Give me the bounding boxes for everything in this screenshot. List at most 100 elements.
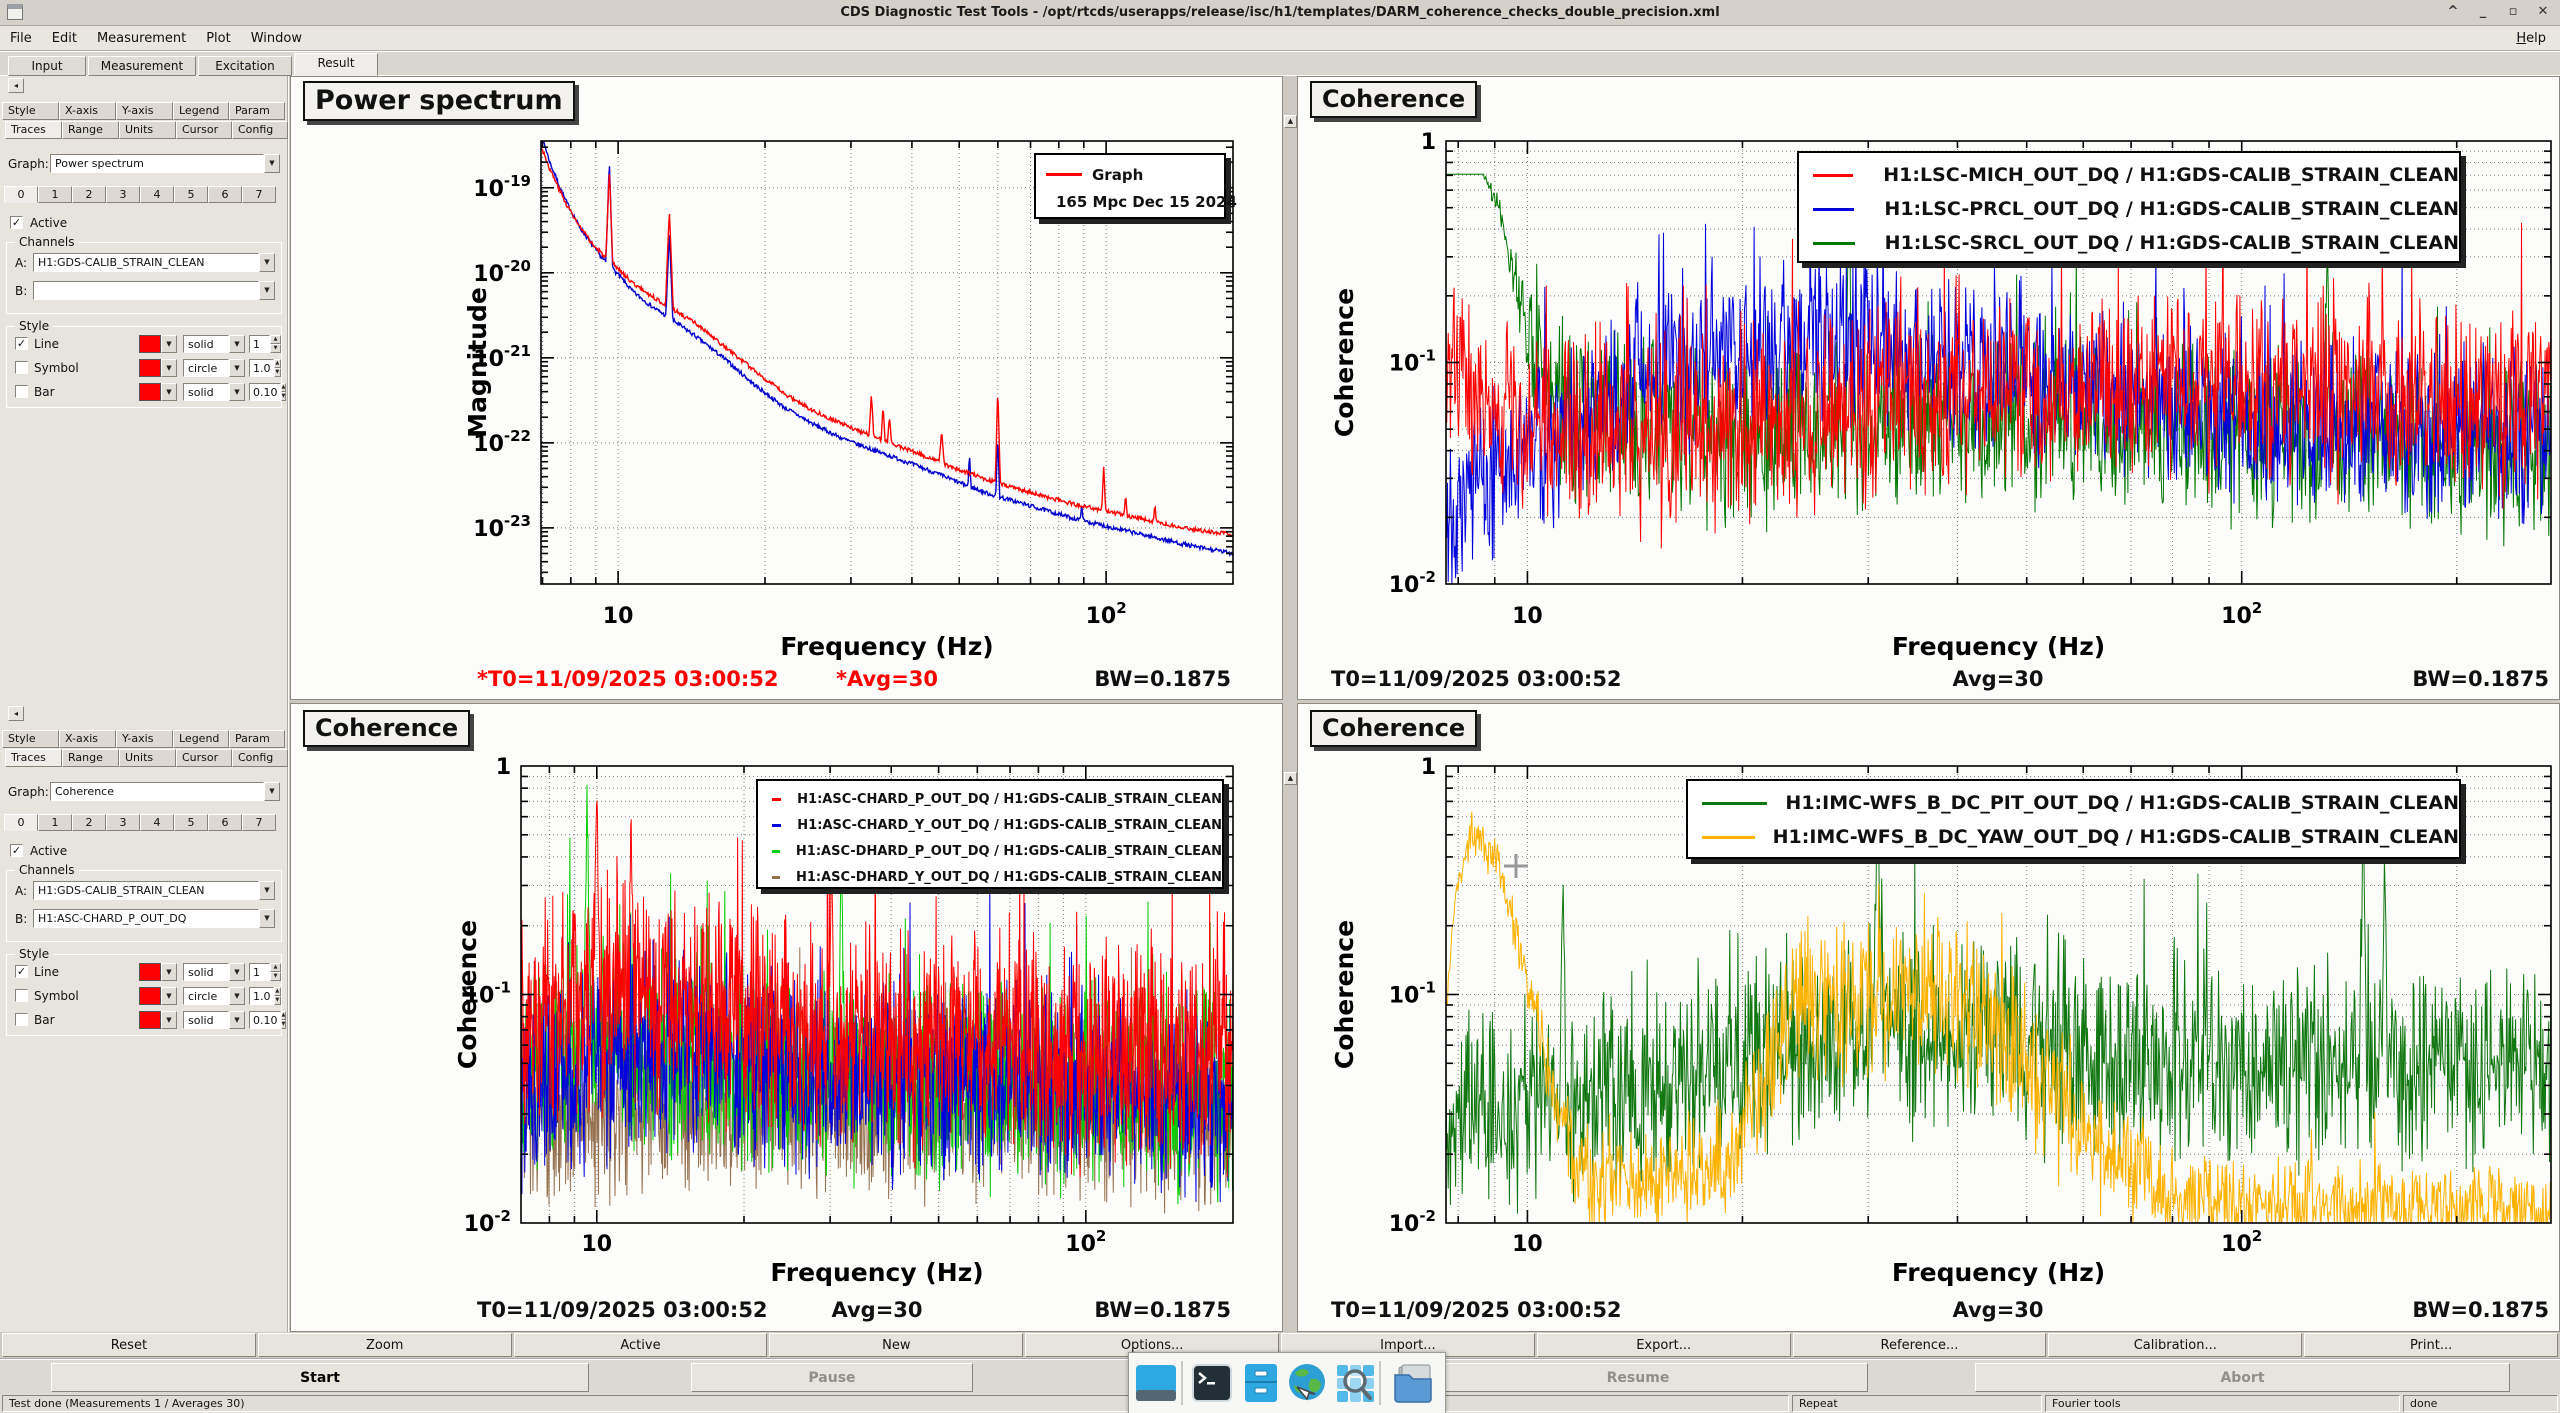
line-size-stepper[interactable]: 1▲▼ <box>249 335 281 353</box>
channel-a-select[interactable]: H1:GDS-CALIB_STRAIN_CLEAN▼ <box>33 253 275 272</box>
down-arrow-icon[interactable]: ▼ <box>281 392 287 401</box>
subtab-legend[interactable]: Legend <box>173 102 229 120</box>
subtab-config[interactable]: Config <box>232 121 288 139</box>
start-button[interactable]: Start <box>51 1363 589 1392</box>
chevron-down-icon[interactable]: ▼ <box>229 359 245 377</box>
trace-tab-3[interactable]: 3 <box>106 186 140 203</box>
channel-b-select[interactable]: ▼ <box>33 281 275 300</box>
terminal-icon[interactable] <box>1190 1361 1234 1405</box>
bar-checkbox[interactable] <box>15 385 28 398</box>
bar-color-select[interactable]: ▼ <box>139 383 179 401</box>
up-arrow-icon[interactable]: ▲ <box>274 987 282 996</box>
symbol-color-select[interactable]: ▼ <box>139 987 179 1005</box>
bar-size-stepper[interactable]: 0.10▲▼ <box>249 1011 281 1029</box>
chevron-down-icon[interactable]: ▼ <box>264 154 280 173</box>
symbol-style-select[interactable]: circle▼ <box>183 987 245 1005</box>
folder-icon[interactable] <box>1391 1361 1435 1405</box>
down-arrow-icon[interactable]: ▼ <box>270 972 281 981</box>
chevron-down-icon[interactable]: ▼ <box>229 335 245 353</box>
coherence-plot-imc[interactable]: Coherence 10102110-110-2Frequency (Hz)Co… <box>1297 703 2560 1332</box>
symbol-size-stepper[interactable]: 1.0▲▼ <box>249 359 281 377</box>
coherence-plot-asc[interactable]: Coherence 10102110-110-2Frequency (Hz)Co… <box>290 703 1283 1332</box>
chevron-down-icon[interactable]: ▼ <box>161 1011 177 1029</box>
up-arrow-icon[interactable]: ▲ <box>281 383 287 392</box>
subtab-traces[interactable]: Traces <box>5 121 62 139</box>
stepper-arrows[interactable]: ▲▼ <box>274 987 282 1005</box>
subtab-units[interactable]: Units <box>119 121 176 139</box>
subtab-param[interactable]: Param <box>229 102 285 120</box>
line-style-select[interactable]: solid▼ <box>183 335 245 353</box>
stepper-arrows[interactable]: ▲▼ <box>270 963 281 981</box>
tab-excitation[interactable]: Excitation <box>198 56 292 76</box>
subtab-y-axis[interactable]: Y-axis <box>116 102 173 120</box>
subtab-y-axis[interactable]: Y-axis <box>116 730 173 748</box>
trace-tab-0[interactable]: 0 <box>4 186 38 203</box>
down-arrow-icon[interactable]: ▼ <box>274 368 282 377</box>
close-button[interactable]: ✕ <box>2532 3 2554 21</box>
calibration-button[interactable]: Calibration... <box>2048 1333 2302 1357</box>
stepper-arrows[interactable]: ▲▼ <box>270 335 281 353</box>
down-arrow-icon[interactable]: ▼ <box>274 996 282 1005</box>
new-button[interactable]: New <box>769 1333 1023 1357</box>
line-color-select[interactable]: ▼ <box>139 335 179 353</box>
trace-tab-6[interactable]: 6 <box>208 814 242 831</box>
tab-input[interactable]: Input <box>8 56 86 76</box>
menu-plot[interactable]: Plot <box>196 31 241 46</box>
tab-measurement[interactable]: Measurement <box>88 56 196 76</box>
up-arrow-icon[interactable]: ▲ <box>274 359 282 368</box>
splitter-up-icon[interactable]: ▲ <box>1284 772 1297 785</box>
trace-tab-5[interactable]: 5 <box>174 814 208 831</box>
chevron-down-icon[interactable]: ▼ <box>161 987 177 1005</box>
symbol-size-stepper[interactable]: 1.0▲▼ <box>249 987 281 1005</box>
stepper-arrows[interactable]: ▲▼ <box>274 359 282 377</box>
active-checkbox[interactable]: ✓ <box>10 216 23 229</box>
subtab-range[interactable]: Range <box>62 121 119 139</box>
stepper-arrows[interactable]: ▲▼ <box>281 1011 287 1029</box>
globe-icon[interactable] <box>1285 1361 1329 1405</box>
menu-file[interactable]: File <box>0 31 42 46</box>
subtab-x-axis[interactable]: X-axis <box>59 730 116 748</box>
graph-select[interactable]: Coherence▼ <box>50 782 280 801</box>
power-spectrum-plot[interactable]: Power spectrum 1010210-1910-2010-2110-22… <box>290 76 1283 700</box>
chevron-down-icon[interactable]: ▼ <box>259 909 275 928</box>
up-arrow-icon[interactable]: ▲ <box>281 1011 287 1020</box>
bar-color-select[interactable]: ▼ <box>139 1011 179 1029</box>
stepper-arrows[interactable]: ▲▼ <box>281 383 287 401</box>
trace-tab-5[interactable]: 5 <box>174 186 208 203</box>
collapse-left-icon[interactable]: ◂ <box>8 78 24 93</box>
chevron-down-icon[interactable]: ▼ <box>161 963 177 981</box>
tab-result[interactable]: Result <box>294 53 378 76</box>
subtab-traces[interactable]: Traces <box>5 749 62 767</box>
chevron-down-icon[interactable]: ▼ <box>229 1011 245 1029</box>
symbol-checkbox[interactable] <box>15 989 28 1002</box>
coherence-plot-lsc[interactable]: Coherence 10102110-110-2Frequency (Hz)Co… <box>1297 76 2560 700</box>
chevron-down-icon[interactable]: ▼ <box>264 782 280 801</box>
bar-style-select[interactable]: solid▼ <box>183 383 245 401</box>
subtab-x-axis[interactable]: X-axis <box>59 102 116 120</box>
file-cabinet-icon[interactable] <box>1239 1361 1283 1405</box>
trace-tab-1[interactable]: 1 <box>38 186 72 203</box>
subtab-units[interactable]: Units <box>119 749 176 767</box>
subtab-style[interactable]: Style <box>2 730 59 748</box>
chevron-down-icon[interactable]: ▼ <box>259 881 275 900</box>
subtab-range[interactable]: Range <box>62 749 119 767</box>
subtab-legend[interactable]: Legend <box>173 730 229 748</box>
menu-window[interactable]: Window <box>241 31 312 46</box>
bar-style-select[interactable]: solid▼ <box>183 1011 245 1029</box>
chevron-down-icon[interactable]: ▼ <box>161 335 177 353</box>
chevron-down-icon[interactable]: ▼ <box>259 253 275 272</box>
trace-tab-0[interactable]: 0 <box>4 814 38 831</box>
trace-tab-1[interactable]: 1 <box>38 814 72 831</box>
abort-button[interactable]: Abort <box>1975 1363 2510 1392</box>
search-icon[interactable] <box>1333 1361 1377 1405</box>
up-arrow-icon[interactable]: ▲ <box>270 963 281 972</box>
minimize-button[interactable]: _ <box>2472 3 2494 21</box>
symbol-style-select[interactable]: circle▼ <box>183 359 245 377</box>
export-button[interactable]: Export... <box>1537 1333 1791 1357</box>
line-size-stepper[interactable]: 1▲▼ <box>249 963 281 981</box>
pause-button[interactable]: Pause <box>691 1363 973 1392</box>
down-arrow-icon[interactable]: ▼ <box>270 344 281 353</box>
reset-button[interactable]: Reset <box>2 1333 256 1357</box>
up-arrow-icon[interactable]: ▲ <box>270 335 281 344</box>
menu-measurement[interactable]: Measurement <box>87 31 196 46</box>
